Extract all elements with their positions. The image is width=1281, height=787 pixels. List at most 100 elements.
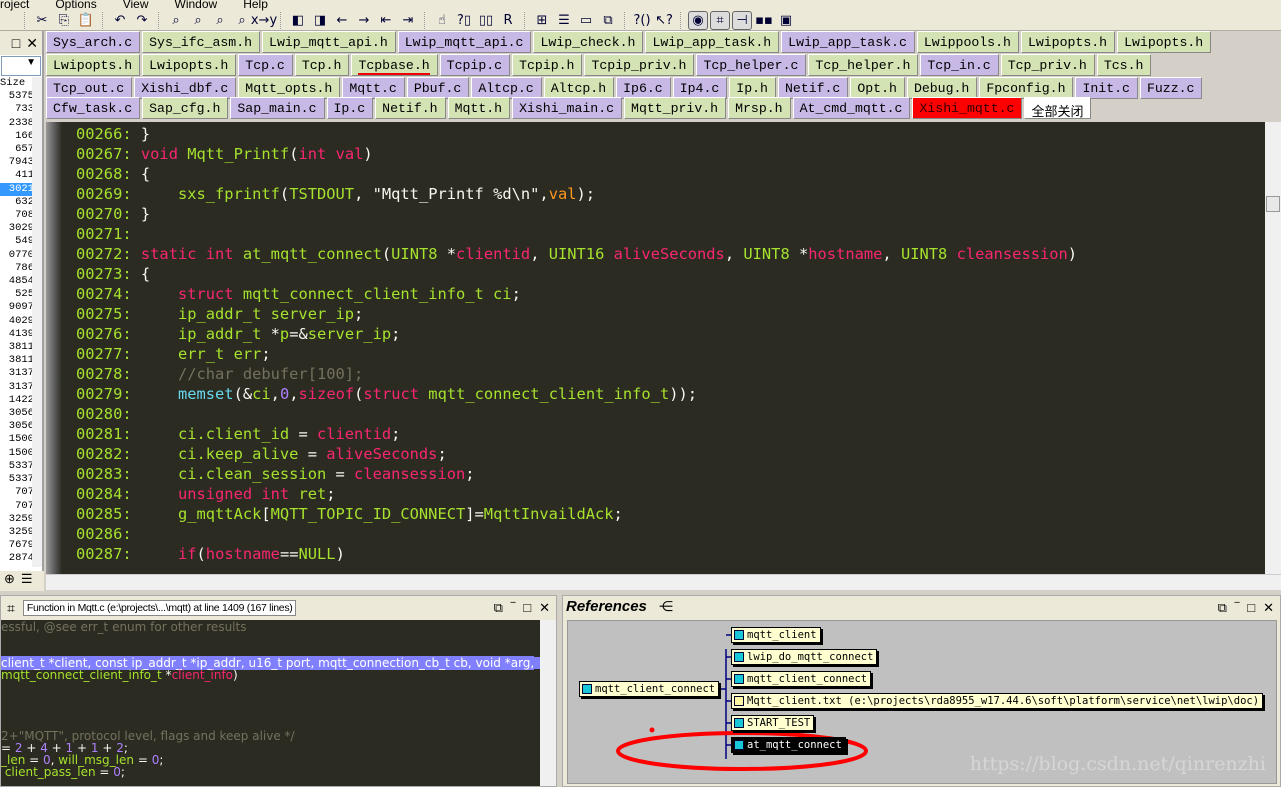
menu-window[interactable]: Window xyxy=(175,0,218,11)
file-size-item[interactable]: 3811 xyxy=(0,354,34,367)
file-size-item[interactable]: 1422 xyxy=(0,394,34,407)
jump-next-icon[interactable]: ⇥ xyxy=(398,11,418,30)
tab-ip4-c[interactable]: Ip4.c xyxy=(672,77,728,99)
find-next-icon[interactable]: ⌕ xyxy=(210,11,230,30)
bookmark-next-icon[interactable]: ◨ xyxy=(310,11,330,30)
maximize-icon[interactable]: □ xyxy=(12,35,20,55)
forward-icon[interactable]: → xyxy=(354,11,374,30)
context-line[interactable]: mqtt_connect_client_info_t *client_info) xyxy=(1,669,541,681)
close-icon[interactable]: ✕ xyxy=(539,600,550,616)
tab-tcpip-priv-h[interactable]: Tcpip_priv.h xyxy=(584,54,695,76)
file-size-item[interactable]: 7679 xyxy=(0,539,34,552)
tab-lwip-check-h[interactable]: Lwip_check.h xyxy=(533,31,644,53)
find-files-icon[interactable]: ⌕ xyxy=(232,11,252,30)
file-size-item[interactable]: 3056 xyxy=(0,407,34,420)
reference-node[interactable]: mqtt_client_connect xyxy=(731,671,872,687)
context-line[interactable] xyxy=(1,633,541,645)
file-size-item[interactable]: 2977 xyxy=(0,566,34,567)
code-line[interactable]: 00284: unsigned int ret; xyxy=(76,484,1077,504)
code-lines[interactable]: 00266: } 00267: void Mqtt_Printf(int val)… xyxy=(76,124,1077,564)
file-size-item[interactable]: 2874 xyxy=(0,552,34,565)
code-line[interactable]: 00267: void Mqtt_Printf(int val) xyxy=(76,144,1077,164)
code-line[interactable]: 00287: if(hostname==NULL) xyxy=(76,544,1077,564)
tab-sap-main-c[interactable]: Sap_main.c xyxy=(230,97,325,119)
tab-pbuf-c[interactable]: Pbuf.c xyxy=(406,77,470,99)
file-size-item[interactable]: 2338 xyxy=(0,117,34,130)
code-line[interactable]: 00275: ip_addr_t server_ip; xyxy=(76,304,1077,324)
reference-root-node[interactable]: mqtt_client_connect xyxy=(579,681,720,697)
code-line[interactable]: 00270: } xyxy=(76,204,1077,224)
context-code[interactable]: essful, @see err_t enum for other result… xyxy=(1,620,541,786)
paste-icon[interactable]: 📋 xyxy=(76,11,96,30)
tab-tcp-out-c[interactable]: Tcp_out.c xyxy=(46,77,133,99)
undo-icon[interactable]: ↶ xyxy=(110,11,130,30)
code-line[interactable]: 00266: } xyxy=(76,124,1077,144)
code-line[interactable]: 00278: //char debufer[100]; xyxy=(76,364,1077,384)
close-icon[interactable]: ✕ xyxy=(26,35,38,55)
tab-tcp-c[interactable]: Tcp.c xyxy=(238,54,293,76)
file-size-item[interactable]: 1500 xyxy=(0,433,34,446)
file-size-item[interactable]: 657 xyxy=(0,143,34,156)
tab-xishi-main-c[interactable]: Xishi_main.c xyxy=(512,97,623,119)
code-line[interactable]: 00285: g_mqttAck[MQTT_TOPIC_ID_CONNECT]=… xyxy=(76,504,1077,524)
file-size-item[interactable]: 9097 xyxy=(0,301,34,314)
menu-view[interactable]: View xyxy=(123,0,149,11)
file-size-item[interactable]: 0770 xyxy=(0,249,34,262)
maximize-icon[interactable]: □ xyxy=(1247,600,1255,616)
find-icon[interactable]: ⌕ xyxy=(166,11,186,30)
file-list-scrollbar[interactable] xyxy=(32,77,42,567)
editor-vertical-scrollbar[interactable] xyxy=(1265,122,1281,574)
help-icon[interactable]: ▣ xyxy=(776,11,796,30)
reference-node[interactable]: Mqtt_client.txt (e:\projects\rda8955_w17… xyxy=(731,693,1264,709)
browse-icon[interactable]: ▯▯ xyxy=(476,11,496,30)
close-all-tabs-button[interactable]: 全部关闭 xyxy=(1024,97,1092,120)
minimize-icon[interactable]: ‾ xyxy=(511,600,515,616)
dock-icon[interactable]: ⧉ xyxy=(494,600,503,616)
file-size-item[interactable]: 3811 xyxy=(0,341,34,354)
code-line[interactable]: 00276: ip_addr_t *p=&server_ip; xyxy=(76,324,1077,344)
code-line[interactable]: 00273: { xyxy=(76,264,1077,284)
tab-ip-c[interactable]: Ip.c xyxy=(326,97,374,119)
tab-ip6-c[interactable]: Ip6.c xyxy=(616,77,671,99)
redo-icon[interactable]: ↷ xyxy=(132,11,152,30)
context-line[interactable] xyxy=(1,681,541,693)
context-window-icon[interactable]: ⌗ xyxy=(710,11,730,30)
file-size-item[interactable]: 708 xyxy=(0,209,34,222)
tab-mqtt-h[interactable]: Mqtt.h xyxy=(447,97,511,119)
relation-window-icon[interactable]: ⊣ xyxy=(732,11,752,30)
tab-lwipopts-h[interactable]: Lwipopts.h xyxy=(46,54,141,76)
file-size-item[interactable]: 707 xyxy=(0,500,34,513)
context-line[interactable] xyxy=(1,694,541,706)
file-size-item[interactable]: 166 xyxy=(0,130,34,143)
list-view-icon[interactable]: ☰ xyxy=(21,571,33,591)
add-file-icon[interactable]: ⊕ xyxy=(4,571,15,591)
tab-lwipopts-h[interactable]: Lwipopts.h xyxy=(1117,31,1212,53)
help-symbol-icon[interactable]: ?() xyxy=(632,11,652,30)
tab-lwip-mqtt-api-c[interactable]: Lwip_mqtt_api.c xyxy=(397,31,532,53)
tab-lwip-mqtt-api-h[interactable]: Lwip_mqtt_api.h xyxy=(262,31,396,53)
tab-tcp-h[interactable]: Tcp.h xyxy=(294,54,350,76)
cut-icon[interactable]: ✂ xyxy=(32,11,52,30)
tab-tcs-h[interactable]: Tcs.h xyxy=(1096,54,1152,76)
cascade-icon[interactable]: ⧉ xyxy=(598,11,618,30)
tab-sap-cfg-h[interactable]: Sap_cfg.h xyxy=(142,97,229,119)
file-filter-dropdown[interactable]: ▼ xyxy=(1,56,41,76)
copy-icon[interactable]: ⎘ xyxy=(54,11,74,30)
scroll-thumb[interactable] xyxy=(1266,196,1280,212)
tab-tcp-helper-c[interactable]: Tcp_helper.c xyxy=(696,54,807,76)
tab-tcpip-c[interactable]: Tcpip.c xyxy=(439,54,511,76)
tab-mrsp-h[interactable]: Mrsp.h xyxy=(728,97,791,119)
tab-init-c[interactable]: Init.c xyxy=(1075,77,1138,99)
file-size-item[interactable]: 3056 xyxy=(0,420,34,433)
tab-netif-c[interactable]: Netif.c xyxy=(777,77,849,99)
relation-icon[interactable]: R xyxy=(498,11,518,30)
tab-xishi-mqtt-c[interactable]: Xishi_mqtt.c xyxy=(912,97,1023,119)
file-size-item[interactable]: 3029 xyxy=(0,222,34,235)
file-size-item[interactable]: 411 xyxy=(0,169,34,182)
reference-node[interactable]: START_TEST xyxy=(731,715,815,731)
tab-tcp-helper-h[interactable]: Tcp_helper.h xyxy=(808,54,919,76)
tab-lwipopts-h[interactable]: Lwipopts.h xyxy=(1020,31,1116,53)
tab-mqtt-c[interactable]: Mqtt.c xyxy=(342,77,405,99)
code-editor[interactable]: 00266: } 00267: void Mqtt_Printf(int val)… xyxy=(46,122,1265,574)
tab-altcp-h[interactable]: Altcp.h xyxy=(543,77,615,99)
